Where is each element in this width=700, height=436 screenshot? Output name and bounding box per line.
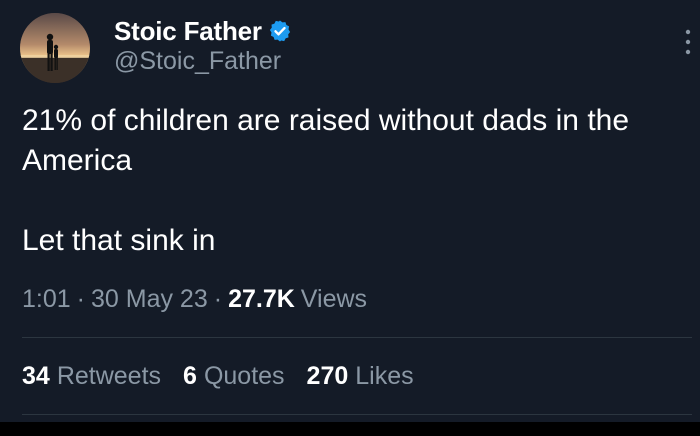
sunset-silhouette-avatar-icon <box>20 13 90 83</box>
author-name-row[interactable]: Stoic Father <box>114 14 292 48</box>
author-handle[interactable]: @Stoic_Father <box>114 47 281 76</box>
quotes-label: Quotes <box>203 362 285 390</box>
tweet-time[interactable]: 1:01 <box>22 285 71 314</box>
tweet-metadata: 1:01 · 30 May 23 · 27.7K Views <box>22 285 367 314</box>
verified-badge-icon <box>269 20 290 42</box>
retweets-label: Retweets <box>56 362 162 390</box>
tweet-date[interactable]: 30 May 23 <box>91 285 208 314</box>
quotes-count: 6 <box>183 362 197 390</box>
views-label: Views <box>300 285 368 313</box>
display-name[interactable]: Stoic Father <box>114 16 262 47</box>
likes-stat[interactable]: 270 Likes <box>307 362 414 391</box>
retweets-count: 34 <box>22 362 50 390</box>
likes-count: 270 <box>306 362 349 390</box>
views-count: 27.7K <box>228 285 295 313</box>
retweets-stat[interactable]: 34 Retweets <box>22 362 161 391</box>
separator-dot: · <box>76 285 85 313</box>
tweet-card: Stoic Father @Stoic_Father 21% of childr… <box>0 0 700 436</box>
divider <box>22 414 692 415</box>
divider <box>22 337 692 338</box>
tweet-text: 21% of children are raised without dads … <box>22 104 630 257</box>
avatar[interactable] <box>20 13 90 83</box>
quotes-stat[interactable]: 6 Quotes <box>183 362 285 391</box>
more-options-icon[interactable] <box>682 28 694 56</box>
engagement-stats: 34 Retweets 6 Quotes 270 Likes <box>22 362 436 391</box>
likes-label: Likes <box>355 362 414 390</box>
separator-dot: · <box>213 285 223 313</box>
bottom-edge <box>0 422 700 436</box>
